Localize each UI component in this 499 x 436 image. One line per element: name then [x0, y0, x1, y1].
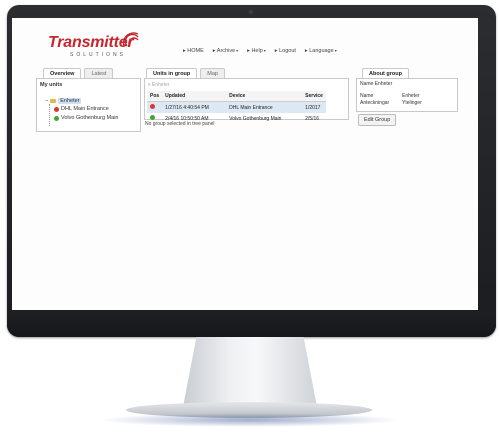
edit-group-button[interactable]: Edit Group — [358, 114, 397, 126]
nav-home[interactable]: ▸ HOME — [183, 48, 204, 54]
nav-archive[interactable]: ▸ Archive▾ — [213, 48, 238, 54]
chevron-down-icon: ▾ — [263, 48, 266, 53]
nav-home-label: HOME — [187, 48, 204, 54]
nav-help-label: Help — [251, 48, 263, 54]
tree-root-label: Enheter — [58, 98, 82, 104]
nav-help[interactable]: ▸ Help▾ — [247, 48, 266, 54]
table-row[interactable]: 1/27/16 4:40:54 PM DHL Main Entrance 1/2… — [147, 101, 326, 113]
tree-item-label: DHL Main Entrance — [61, 106, 109, 112]
col-pos[interactable]: Pos — [147, 91, 163, 102]
no-group-note: No group selected in tree panel — [145, 121, 215, 127]
group-filter-input[interactable]: x Enheter — [148, 82, 169, 88]
col-device[interactable]: Device — [226, 91, 303, 102]
monitor-chin — [7, 311, 496, 337]
nav-language[interactable]: ▸ Language▾ — [305, 48, 337, 54]
about-key: Anteckningar — [360, 100, 390, 106]
left-panel: My units − Enheter DHL Main Entrance Vol… — [36, 78, 141, 132]
col-updated[interactable]: Updated — [162, 91, 227, 102]
nav-archive-label: Archive — [216, 48, 236, 54]
about-key: Name — [360, 93, 374, 99]
row-service: 1/2017 — [302, 101, 326, 113]
table-header: Pos Updated Device Service — [147, 91, 326, 102]
units-table: Pos Updated Device Service 1/27/16 4:40:… — [147, 91, 326, 124]
my-units-title: My units — [40, 82, 63, 88]
nav-logout[interactable]: ▸ Logout — [275, 48, 296, 54]
logo-subtitle: SOLUTIONS — [70, 52, 126, 58]
row-device: DHL Main Entrance — [226, 101, 303, 113]
screen: Transmitter SOLUTIONS ▸ HOME ▸ Archive▾ … — [12, 18, 478, 310]
stand-shadow — [98, 413, 400, 427]
row-service: 2/5/16 — [305, 115, 320, 122]
row-device: Volvo Gothenburg Main — [229, 115, 282, 122]
top-nav: ▸ HOME ▸ Archive▾ ▸ Help▾ ▸ Logout ▸ Lan… — [183, 48, 337, 54]
signal-waves-icon — [122, 32, 139, 47]
status-red-icon — [150, 104, 155, 109]
about-name-label: Name Enheter — [360, 81, 393, 87]
status-red-icon — [54, 106, 59, 112]
about-value: Enheter — [402, 93, 420, 99]
tree-item-dhl[interactable]: DHL Main Entrance — [54, 106, 109, 112]
row-status-cell — [147, 101, 163, 113]
status-green-icon — [54, 115, 59, 121]
monitor-stand-neck — [183, 337, 317, 407]
nav-logout-label: Logout — [279, 48, 296, 54]
nav-language-label: Language — [309, 48, 334, 54]
camera-icon — [249, 10, 253, 14]
tree-connector — [49, 104, 51, 126]
tree-item-label: Volvo Gothenburg Main — [61, 115, 119, 121]
tree-item-volvo[interactable]: Volvo Gothenburg Main — [54, 115, 118, 121]
col-service[interactable]: Service — [302, 91, 326, 102]
chevron-down-icon: ▾ — [334, 48, 337, 53]
chevron-down-icon: ▾ — [236, 48, 239, 53]
expand-icon[interactable]: − — [45, 98, 48, 104]
status-green-icon — [150, 115, 155, 120]
row-updated: 1/27/16 4:40:54 PM — [162, 101, 227, 113]
folder-icon — [50, 99, 57, 103]
units-table-panel: x Enheter Pos Updated Device Service 1/2… — [144, 78, 349, 122]
about-group-panel: Name Enheter Name Enheter Anteckningar Y… — [356, 78, 458, 112]
about-value: Ytelinger — [402, 100, 422, 106]
